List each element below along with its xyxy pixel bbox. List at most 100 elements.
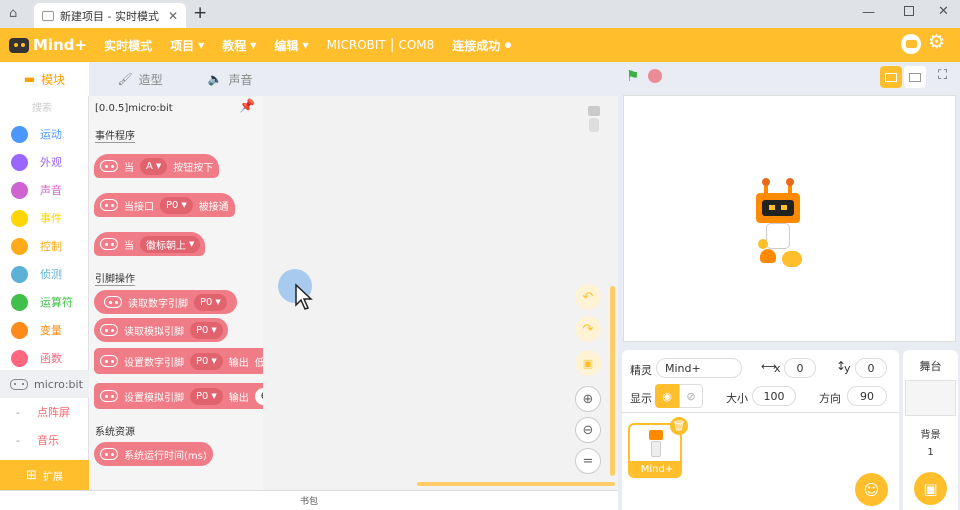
zoom-out-button[interactable]: ⊖ (575, 417, 601, 443)
stage-canvas[interactable] (623, 95, 956, 342)
category-search-hint[interactable]: 搜索 (32, 99, 52, 114)
mindplus-sprite[interactable] (754, 178, 809, 273)
backpack-label: 书包 (299, 497, 318, 507)
tab-sounds[interactable]: 🔈 声音 (190, 62, 270, 96)
size-input[interactable]: 100 (752, 386, 796, 406)
menu-project[interactable]: 项目 ▼ (161, 28, 213, 62)
fullscreen-icon[interactable]: ⛶ (938, 68, 947, 83)
button-dropdown[interactable]: A ▼ (140, 157, 168, 175)
dropdown-value: A (146, 160, 153, 172)
pin-icon[interactable]: 📌 (239, 99, 255, 114)
caret-down-icon: ▼ (198, 40, 205, 50)
menu-connection-status[interactable]: 连接成功 (443, 28, 520, 62)
block-read-analog-pin[interactable]: 读取模拟引脚 P0 ▼ (94, 318, 228, 342)
large-stage-button[interactable] (904, 66, 926, 88)
category-item[interactable]: 运算符 (0, 288, 89, 316)
pin-dropdown[interactable]: P0 ▼ (190, 352, 223, 370)
tab-costumes[interactable]: 🖌 造型 (100, 62, 180, 96)
direction-input[interactable]: 90 (847, 386, 887, 406)
mindplus-logo[interactable]: Mind+ (0, 36, 95, 54)
block-when-logo-up[interactable]: 当 徽标朝上 ▼ (94, 232, 206, 256)
category-list: 搜索 运动外观声音 事件 控制侦测运算符变量 函数 micro:bit - 点阵屏 -… (0, 96, 89, 490)
pin-dropdown[interactable]: P0 ▼ (190, 387, 223, 405)
green-flag-icon[interactable]: ⚑ (626, 67, 639, 85)
settings-gear-icon[interactable]: ⚙ (928, 31, 945, 53)
block-read-digital-pin[interactable]: 读取数字引脚 P0 ▼ (94, 290, 237, 314)
backdrop-label: 背景 (920, 430, 941, 441)
category-matrix[interactable]: - 点阵屏 (0, 398, 89, 426)
dropdown-value: 徽标朝上 (146, 240, 186, 252)
script-canvas[interactable]: ↶ ↷ ▣ ⊕ ⊖ = (263, 96, 618, 490)
category-item[interactable]: 运动 (0, 120, 89, 148)
block-when-pin-connected[interactable]: 当接口 P0 ▼ 被接通 (94, 193, 235, 217)
pin-dropdown[interactable]: P0 ▼ (190, 321, 223, 339)
close-window-icon[interactable]: ✕ (938, 4, 949, 19)
stage-thumbnail[interactable] (905, 380, 956, 416)
category-item[interactable]: 侦测 (0, 260, 89, 288)
browser-tab[interactable]: 新建项目 - 实时模式 ✕ (34, 3, 186, 28)
tab-blocks[interactable]: ▬ 模块 (0, 62, 89, 96)
gesture-dropdown[interactable]: 徽标朝上 ▼ (140, 235, 201, 253)
connection-status-label: 连接成功 (452, 38, 501, 53)
show-sprite-button[interactable]: ◉ (655, 384, 679, 408)
category-microbit[interactable]: micro:bit (0, 370, 89, 398)
menu-mode[interactable]: 实时模式 (95, 28, 161, 62)
pin-dropdown[interactable]: P0 ▼ (194, 293, 227, 311)
new-tab-button[interactable]: + (193, 3, 207, 23)
home-icon[interactable]: ⌂ (9, 6, 17, 21)
extension-button[interactable]: ⊞ 扩展 (0, 460, 89, 490)
value-input[interactable]: 666 (254, 387, 263, 405)
redo-button[interactable]: ↷ (575, 316, 601, 342)
block-set-digital-pin[interactable]: 设置数字引脚 P0▼ 输出 低电 (94, 348, 263, 374)
zoom-reset-button[interactable]: = (575, 448, 601, 474)
section-pins: 引脚操作 (95, 270, 135, 286)
menu-port[interactable]: COM8 (394, 28, 443, 62)
category-item[interactable]: 外观 (0, 148, 89, 176)
menu-device[interactable]: MICROBIT (318, 28, 390, 62)
backpack-bar[interactable]: 书包 (0, 490, 618, 510)
microbit-icon (10, 378, 28, 390)
caret-down-icon: ▼ (250, 40, 257, 50)
category-label: 外观 (40, 156, 62, 169)
delete-sprite-button[interactable]: 🗑 (670, 417, 688, 435)
category-item[interactable]: 事件 (0, 204, 89, 232)
category-item[interactable]: 声音 (0, 176, 89, 204)
sprite-name-input[interactable]: Mind+ (656, 358, 742, 378)
tab-blocks-label: 模块 (41, 72, 66, 87)
pin-dropdown[interactable]: P0 ▼ (160, 196, 193, 214)
category-item[interactable]: 控制 (0, 232, 89, 260)
menu-tutorial[interactable]: 教程 ▼ (213, 28, 265, 62)
add-backdrop-button[interactable]: ▣ (914, 472, 947, 505)
block-text: 读取数字引脚 (128, 298, 188, 310)
menu-edit[interactable]: 编辑 ▼ (265, 28, 317, 62)
user-avatar-icon[interactable] (901, 34, 921, 54)
microbit-icon (100, 160, 118, 172)
zoom-in-button[interactable]: ⊕ (575, 386, 601, 412)
add-sprite-button[interactable]: ☺ (855, 473, 888, 506)
category-label: 运算符 (40, 296, 73, 309)
logo-text: Mind+ (33, 36, 88, 54)
y-input[interactable]: 0 (855, 358, 887, 378)
block-set-analog-pin[interactable]: 设置模拟引脚 P0▼ 输出 666 (94, 383, 263, 409)
category-label: 侦测 (40, 268, 62, 281)
hide-sprite-button[interactable]: ⊘ (679, 384, 703, 408)
maximize-icon[interactable] (904, 6, 914, 16)
x-input[interactable]: 0 (784, 358, 816, 378)
category-music[interactable]: - 音乐 (0, 426, 89, 454)
category-item[interactable]: 函数 (0, 344, 89, 372)
y-label: y (844, 362, 851, 375)
block-when-button-pressed[interactable]: 当 A ▼ 按钮按下 (94, 154, 220, 178)
horizontal-scrollbar[interactable] (417, 482, 615, 486)
category-dot-icon (11, 209, 28, 227)
cleanup-button[interactable]: ▣ (575, 350, 601, 376)
vertical-scrollbar[interactable] (610, 286, 615, 476)
minimize-icon[interactable]: — (862, 5, 875, 20)
small-stage-button[interactable] (880, 66, 902, 88)
stage-selector-panel[interactable]: 舞台 背景 1 ▣ (903, 350, 958, 510)
block-system-runtime[interactable]: 系统运行时间(ms) (94, 442, 213, 466)
block-text: 被接通 (198, 201, 229, 213)
close-tab-icon[interactable]: ✕ (168, 9, 178, 23)
stop-icon[interactable] (648, 69, 662, 83)
undo-button[interactable]: ↶ (575, 284, 601, 310)
category-item[interactable]: 变量 (0, 316, 89, 344)
